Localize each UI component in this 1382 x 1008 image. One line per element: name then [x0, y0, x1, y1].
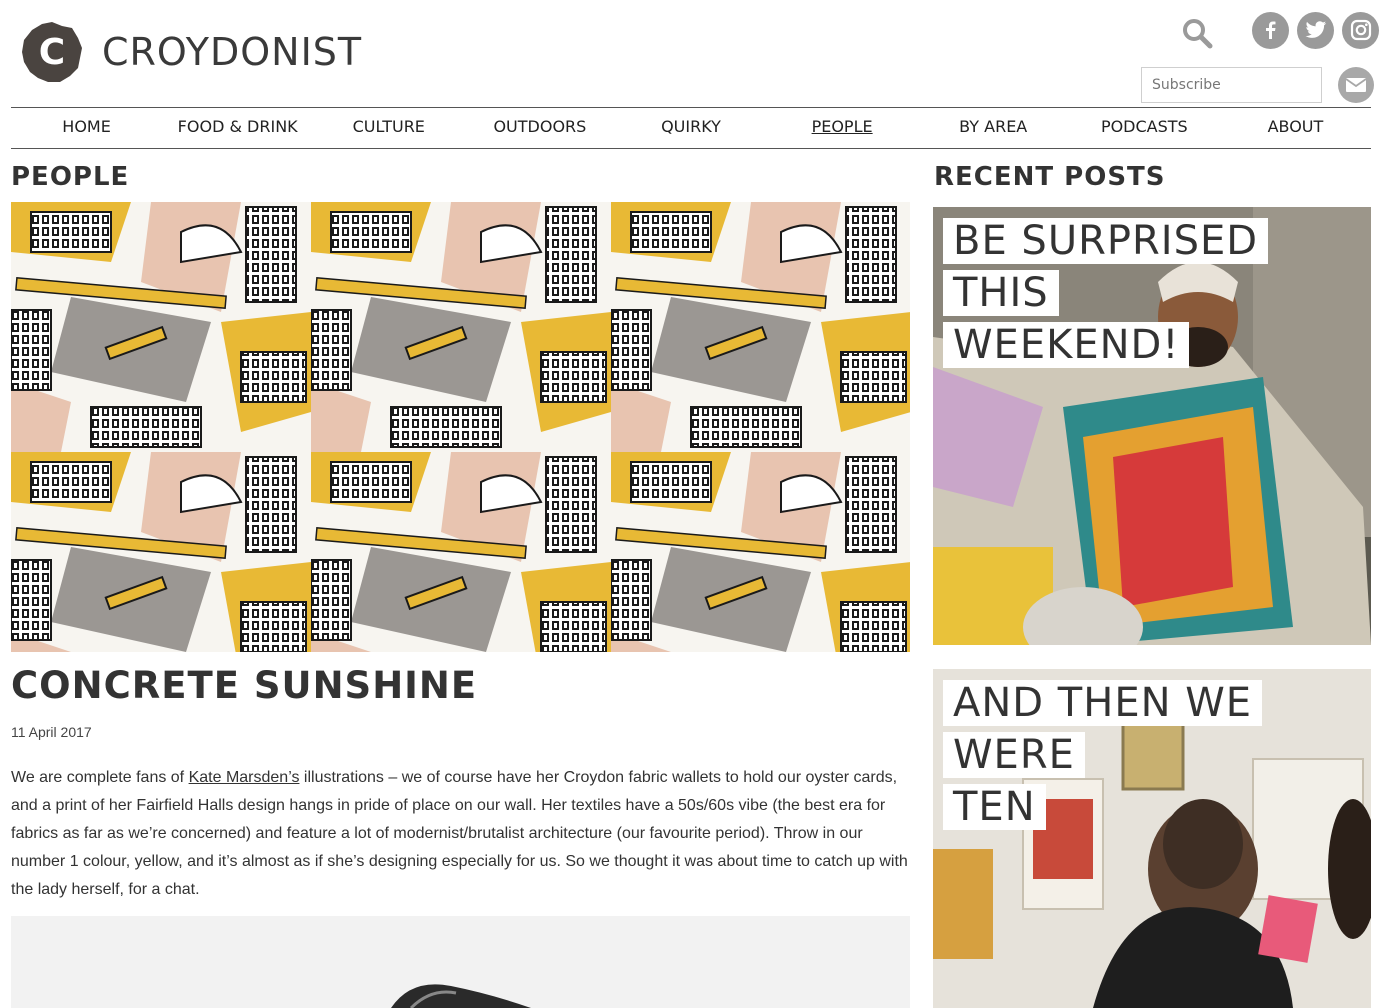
croydonist-logo-icon: C	[22, 22, 82, 82]
article-intro: We are complete fans of Kate Marsden’s i…	[11, 764, 910, 904]
recent-post-title-line-2: WEEKEND!	[943, 322, 1190, 368]
instagram-icon[interactable]	[1342, 11, 1379, 49]
site-logo[interactable]: C CROYDONIST	[20, 20, 362, 84]
recent-post-card[interactable]: BE SURPRISED THIS WEEKEND!	[933, 207, 1371, 645]
subscribe-input[interactable]	[1141, 67, 1322, 103]
logo-letter: C	[39, 32, 65, 73]
article-intro-start: We are complete fans of	[11, 769, 189, 786]
article-photo	[11, 916, 910, 1008]
twitter-icon[interactable]	[1297, 11, 1334, 49]
nav-item-culture[interactable]: CULTURE	[313, 108, 464, 148]
sidebar-title: RECENT POSTS	[934, 162, 1166, 192]
main-nav: HOME FOOD & DRINK CULTURE OUTDOORS QUIRK…	[11, 107, 1371, 149]
nav-item-food-drink[interactable]: FOOD & DRINK	[162, 108, 313, 148]
article-title[interactable]: CONCRETE SUNSHINE	[11, 664, 477, 707]
hero-image[interactable]	[11, 202, 910, 652]
recent-post-title-line-2: TEN	[943, 784, 1046, 830]
subscribe-form	[1141, 67, 1374, 103]
article-date: 11 April 2017	[11, 724, 92, 740]
recent-post-card[interactable]: AND THEN WE WERE TEN	[933, 669, 1371, 1008]
section-title: PEOPLE	[11, 162, 130, 192]
nav-item-about[interactable]: ABOUT	[1220, 108, 1371, 148]
search-icon[interactable]	[1180, 16, 1214, 50]
nav-item-home[interactable]: HOME	[11, 108, 162, 148]
nav-item-quirky[interactable]: QUIRKY	[615, 108, 766, 148]
nav-item-outdoors[interactable]: OUTDOORS	[464, 108, 615, 148]
article-intro-rest: illustrations – we of course have her Cr…	[11, 769, 908, 898]
site-name: CROYDONIST	[102, 30, 363, 74]
article-photo-graphic	[11, 916, 910, 1008]
kate-marsden-link[interactable]: Kate Marsden’s	[189, 769, 300, 786]
hero-illustration	[11, 202, 910, 652]
nav-item-people[interactable]: PEOPLE	[767, 108, 918, 148]
mail-icon[interactable]	[1338, 67, 1374, 103]
recent-post-title-line-1: BE SURPRISED THIS	[943, 218, 1269, 316]
nav-item-by-area[interactable]: BY AREA	[918, 108, 1069, 148]
nav-item-podcasts[interactable]: PODCASTS	[1069, 108, 1220, 148]
header-icons	[1180, 10, 1379, 50]
recent-post-title-line-1: AND THEN WE WERE	[943, 680, 1263, 778]
facebook-icon[interactable]	[1252, 11, 1289, 49]
recent-post-title[interactable]: AND THEN WE WERE TEN	[943, 677, 1371, 833]
recent-post-title[interactable]: BE SURPRISED THIS WEEKEND!	[943, 215, 1371, 371]
